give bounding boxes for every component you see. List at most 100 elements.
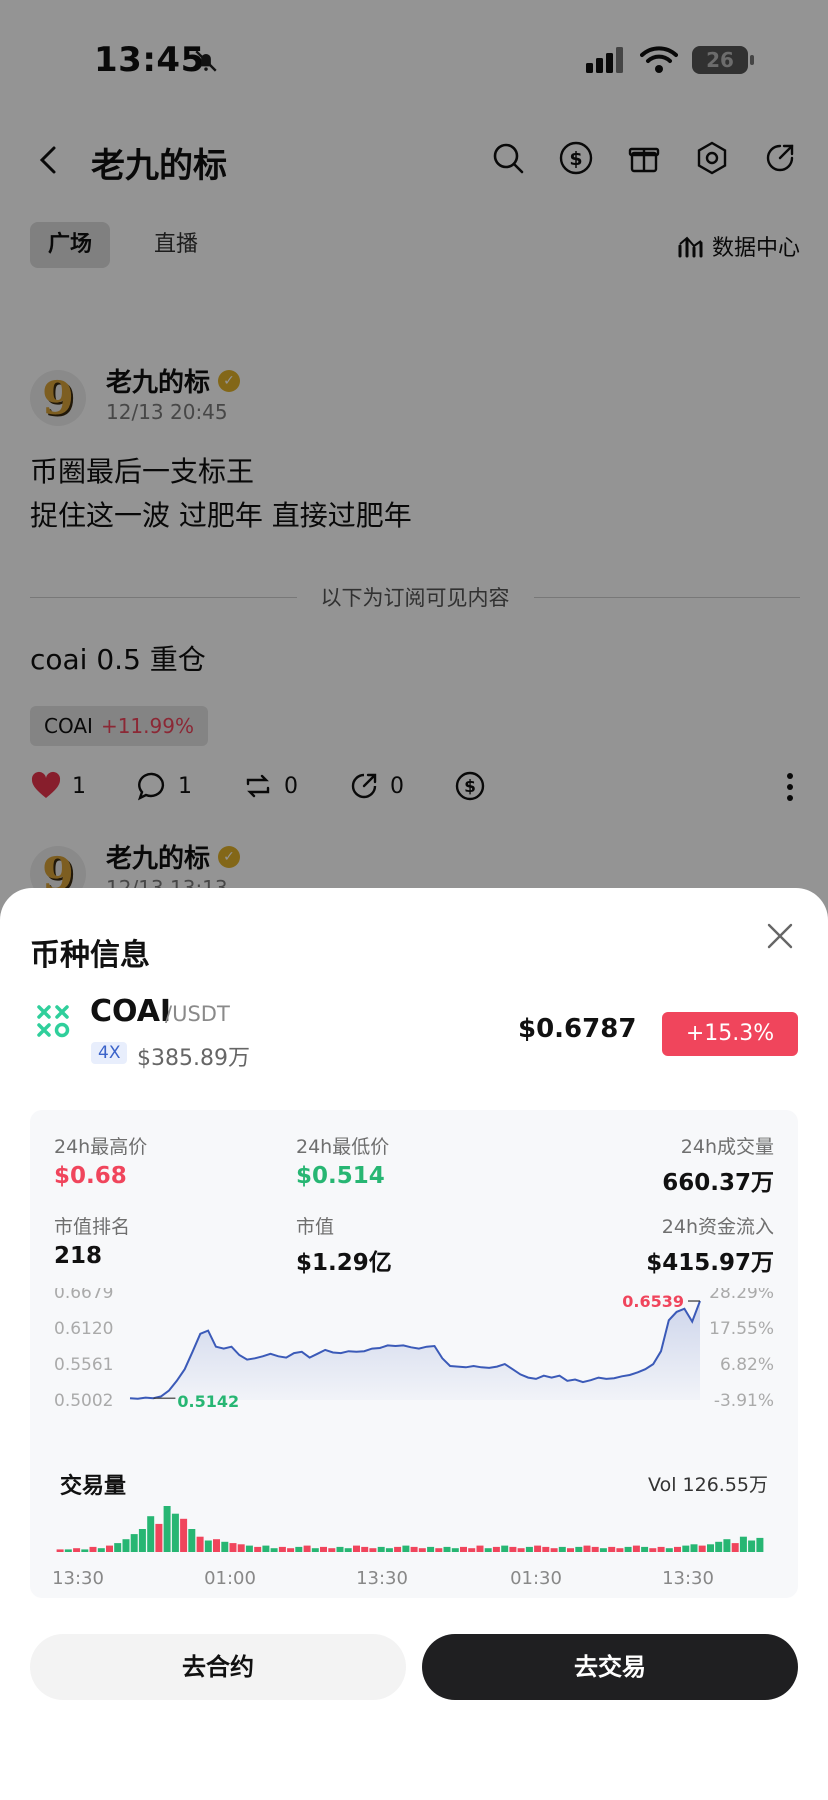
volume-bar <box>509 1546 517 1552</box>
volume-bar <box>665 1548 673 1552</box>
go-trade-button[interactable]: 去交易 <box>422 1634 798 1700</box>
y-right-tick-label: 17.55% <box>709 1319 774 1339</box>
coin-logo-icon <box>37 1005 70 1038</box>
y-right-tick-label: 6.82% <box>720 1355 774 1375</box>
stat-label: 24h成交量 <box>680 1136 774 1158</box>
volume-bar <box>171 1513 179 1552</box>
stat-label: 市值排名 <box>54 1216 131 1238</box>
volume-bar <box>748 1540 756 1552</box>
volume-bar <box>106 1545 113 1552</box>
x-tick-label: 01:30 <box>510 1568 562 1589</box>
volume-bar <box>221 1541 229 1552</box>
stat-value: $0.68 <box>54 1163 127 1189</box>
volume-bar <box>328 1548 336 1552</box>
close-icon[interactable] <box>764 920 796 952</box>
volume-bar <box>674 1546 681 1552</box>
volume-bar <box>542 1546 550 1552</box>
y-tick-label: 0.5002 <box>54 1391 113 1411</box>
volume-bar <box>254 1546 262 1552</box>
coin-price: $0.6787 <box>518 1014 637 1044</box>
price-change-badge: +15.3% <box>662 1012 798 1056</box>
volume-bar <box>616 1548 624 1552</box>
volume-bar <box>723 1539 731 1552</box>
volume-bar <box>287 1548 295 1552</box>
volume-chart[interactable]: 13:30 01:00 13:30 01:30 13:30 <box>30 1500 798 1590</box>
volume-bar <box>320 1546 327 1552</box>
volume-bar <box>591 1546 599 1552</box>
volume-bar <box>303 1545 311 1552</box>
volume-bar <box>155 1523 163 1552</box>
x-tick-label: 13:30 <box>52 1568 104 1589</box>
volume-bar <box>97 1548 105 1552</box>
volume-bar <box>649 1548 657 1552</box>
volume-bar <box>377 1546 385 1552</box>
volume-bar <box>336 1546 344 1552</box>
volume-bar <box>361 1546 369 1552</box>
volume-bar <box>534 1545 542 1552</box>
stat-label: 市值 <box>296 1216 335 1238</box>
stat-value: $415.97万 <box>646 1250 774 1276</box>
volume-bar <box>624 1546 632 1552</box>
volume-bar <box>599 1548 607 1552</box>
volume-bar <box>344 1548 352 1552</box>
volume-bar <box>435 1548 443 1552</box>
volume-bar <box>501 1545 509 1552</box>
stat-value: 218 <box>54 1243 103 1269</box>
volume-bar <box>122 1539 130 1552</box>
volume-bar <box>517 1548 525 1552</box>
go-contract-button[interactable]: 去合约 <box>30 1634 406 1700</box>
stat-rank: 市值排名 218 <box>54 1212 130 1269</box>
volume-bar <box>443 1546 451 1552</box>
volume-bar <box>460 1546 467 1552</box>
y-tick-label: 0.6679 <box>54 1288 113 1303</box>
coin-turnover: $385.89万 <box>137 1046 250 1071</box>
volume-bar <box>608 1546 616 1552</box>
volume-bar <box>180 1518 188 1552</box>
price-chart[interactable]: 0.6679 0.6120 0.5561 0.5002 28.29% 17.55% 6.82… <box>30 1288 798 1428</box>
volume-bar <box>73 1548 81 1552</box>
stat-value: $1.29亿 <box>296 1250 392 1276</box>
volume-bar <box>418 1548 426 1552</box>
volume-bar <box>492 1546 500 1552</box>
volume-bar <box>410 1546 418 1552</box>
volume-bar <box>632 1545 640 1552</box>
volume-bar <box>731 1543 739 1552</box>
volume-bar <box>715 1541 723 1552</box>
stat-low: 24h最低价 $0.514 <box>296 1132 389 1189</box>
volume-bar <box>427 1546 435 1552</box>
stat-high: 24h最高价 $0.68 <box>54 1132 147 1189</box>
volume-bar <box>64 1549 72 1552</box>
volume-bar <box>237 1544 245 1552</box>
coin-info-sheet: 币种信息 COAI /USDT 4X $385.89万 $0.6787 +15.… <box>0 888 828 1800</box>
price-area <box>130 1301 700 1400</box>
volume-bar <box>641 1546 649 1552</box>
volume-bar <box>657 1546 665 1552</box>
volume-bar <box>698 1545 706 1552</box>
volume-bar <box>468 1548 476 1552</box>
leverage-badge: 4X <box>91 1042 128 1064</box>
volume-bar <box>229 1543 237 1552</box>
coin-header: COAI /USDT 4X $385.89万 $0.6787 +15.3% <box>30 984 798 1084</box>
volume-bar <box>188 1529 196 1552</box>
volume-bar <box>402 1545 410 1552</box>
volume-bar <box>295 1546 303 1552</box>
volume-bar <box>575 1546 583 1552</box>
coin-symbol: COAI <box>90 994 172 1029</box>
volume-bar <box>89 1546 97 1552</box>
volume-bar <box>245 1545 253 1552</box>
volume-bar <box>353 1545 360 1552</box>
volume-bar <box>484 1548 492 1552</box>
volume-bar <box>196 1536 204 1552</box>
y-tick-label: 0.5561 <box>54 1355 113 1375</box>
volume-bar <box>311 1548 319 1552</box>
volume-bar <box>270 1548 278 1552</box>
volume-bar <box>682 1545 690 1552</box>
volume-bar <box>739 1536 747 1552</box>
volume-bar <box>369 1548 377 1552</box>
volume-bar <box>476 1545 484 1552</box>
volume-bar <box>130 1534 138 1552</box>
volume-bar <box>262 1545 270 1552</box>
volume-bar <box>583 1545 591 1552</box>
stat-inflow: 24h资金流入 $415.97万 <box>646 1212 774 1277</box>
volume-bar <box>756 1537 764 1552</box>
